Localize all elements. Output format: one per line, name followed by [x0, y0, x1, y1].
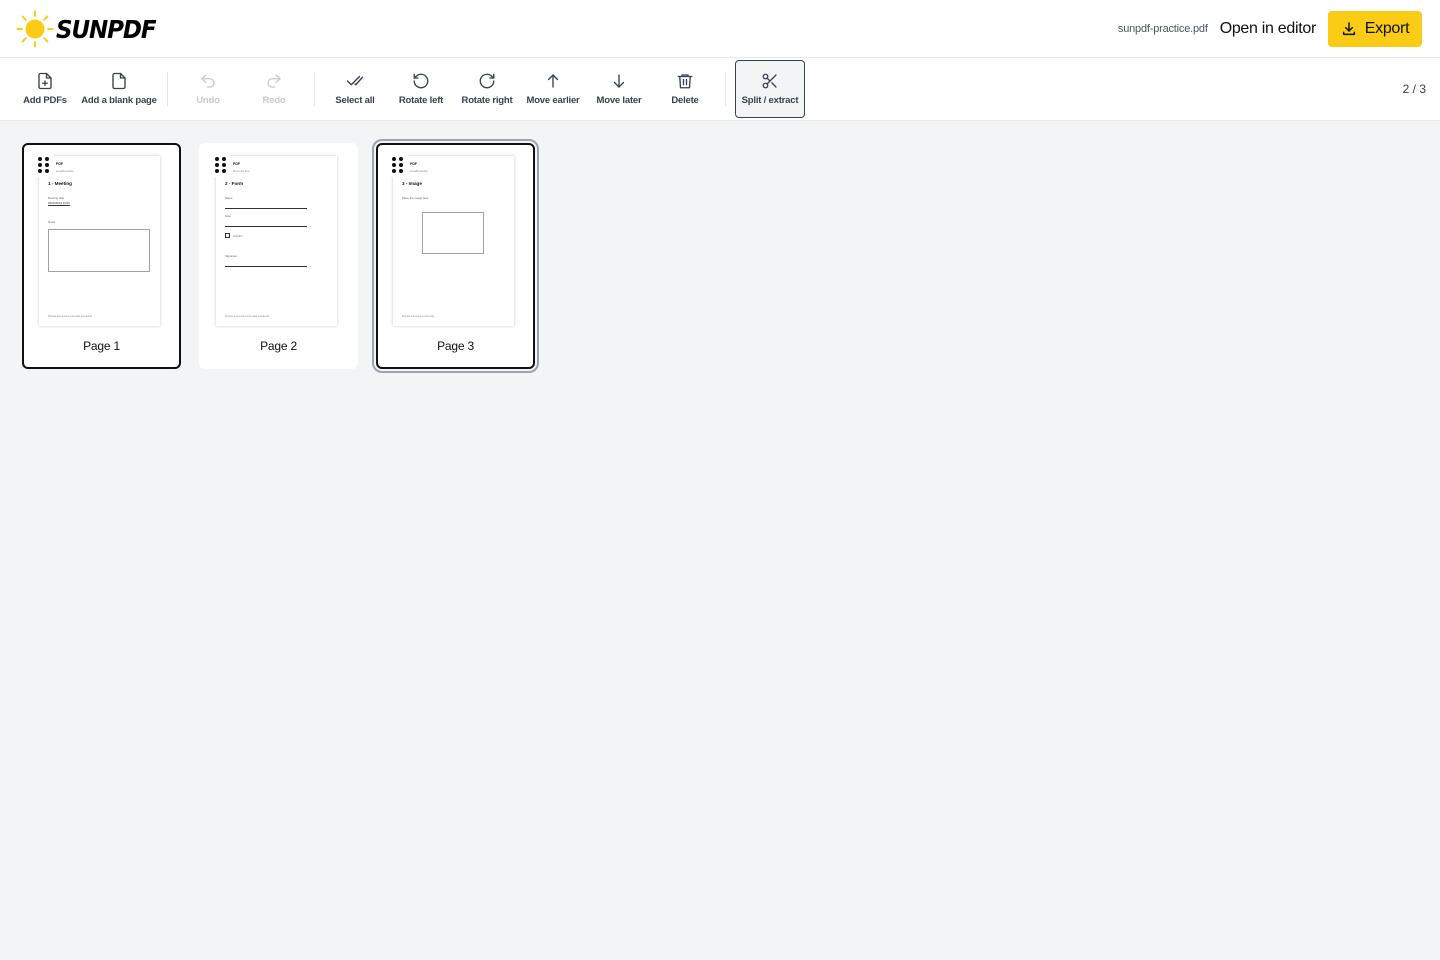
thumb-field-value: 2024/06/15 10:00 — [48, 201, 70, 205]
drag-handle-icon[interactable] — [386, 151, 408, 177]
thumb-subtitle: sunpdf-practice — [410, 170, 428, 173]
rotate-left-icon — [413, 73, 429, 89]
thumb-title: 3 - Image — [402, 181, 422, 186]
drag-handle-icon[interactable] — [32, 151, 54, 177]
rotate-left-button[interactable]: Rotate left — [397, 60, 445, 118]
redo-button[interactable]: Redo — [254, 60, 294, 118]
delete-button[interactable]: Delete — [666, 60, 704, 118]
thumb-footer: Practice document text for tests — [402, 316, 435, 318]
thumb-caption: Place the image here — [402, 196, 429, 200]
thumb-footer: Practice document text for tests and dem… — [225, 316, 270, 318]
page-label: Page 3 — [437, 339, 474, 353]
page-thumbnail: PDF sunpdf-practice 3 - Image Place the … — [393, 156, 514, 326]
thumb-checkbox — [225, 233, 230, 238]
thumb-date-label: Date — [225, 214, 231, 218]
undo-button[interactable]: Undo — [188, 60, 228, 118]
toolbar: Add PDFs Add a blank page Undo Redo Sele… — [0, 58, 1440, 121]
logo-text: SUNPDF — [56, 14, 157, 44]
rotate-right-button[interactable]: Rotate right — [461, 60, 513, 118]
thumb-check-label: Confirm — [233, 234, 243, 238]
page-card-3[interactable]: PDF sunpdf-practice 3 - Image Place the … — [372, 139, 539, 373]
select-all-label: Select all — [335, 95, 375, 106]
move-earlier-button[interactable]: Move earlier — [526, 60, 580, 118]
toolbar-divider — [167, 72, 168, 106]
rotate-left-label: Rotate left — [398, 95, 444, 106]
move-later-label: Move later — [596, 95, 642, 106]
add-blank-page-button[interactable]: Add a blank page — [81, 60, 157, 118]
trash-icon — [677, 74, 693, 89]
rotate-right-icon — [479, 73, 495, 89]
move-earlier-label: Move earlier — [526, 95, 580, 106]
undo-icon — [201, 74, 215, 88]
arrow-down-icon — [613, 74, 625, 88]
open-in-editor-button[interactable]: Open in editor — [1220, 20, 1317, 38]
add-pdfs-label: Add PDFs — [23, 95, 67, 106]
thumb-field-label: Meeting date — [48, 196, 65, 200]
thumb-brand: PDF — [56, 162, 63, 166]
download-icon — [1342, 22, 1355, 36]
thumb-brand: PDF — [233, 162, 240, 166]
redo-icon — [267, 74, 281, 88]
select-all-button[interactable]: Select all — [333, 60, 377, 118]
rotate-right-label: Rotate right — [461, 95, 513, 106]
scissors-icon — [762, 73, 777, 89]
thumb-title: 2 - Form — [225, 181, 244, 186]
thumb-subtitle: fill out the form — [233, 170, 251, 173]
thumb-signature-line — [225, 266, 307, 267]
page-thumbnail: PDF fill out the form 2 - Form Name Date… — [216, 156, 337, 326]
page-label: Page 2 — [260, 339, 297, 353]
thumb-name-label: Name — [225, 196, 233, 200]
drag-handle-icon[interactable] — [209, 151, 231, 177]
file-plus-icon — [38, 72, 52, 90]
export-label: Export — [1364, 20, 1410, 37]
page-count: 2 / 3 — [1402, 82, 1426, 96]
split-extract-button[interactable]: Split / extract — [735, 60, 805, 118]
page-card-2[interactable]: PDF fill out the form 2 - Form Name Date… — [199, 143, 358, 369]
app-header: SUNPDF sunpdf-practice.pdf Open in edito… — [0, 0, 1440, 58]
thumb-image-placeholder — [422, 212, 484, 254]
export-button[interactable]: Export — [1328, 11, 1422, 47]
thumb-signature-label: Signature — [225, 254, 237, 258]
thumb-subtitle: sunpdf-practice — [56, 170, 74, 173]
thumb-notes-label: Notes — [48, 220, 56, 224]
add-pdfs-button[interactable]: Add PDFs — [22, 60, 68, 118]
header-actions: sunpdf-practice.pdf Open in editor Expor… — [1118, 11, 1422, 47]
delete-label: Delete — [671, 95, 699, 106]
thumb-title: 1 - Meeting — [48, 181, 72, 186]
sun-icon — [16, 10, 54, 48]
thumb-notes-box — [48, 229, 150, 272]
logo[interactable]: SUNPDF — [16, 10, 164, 48]
split-extract-label: Split / extract — [741, 95, 799, 106]
redo-label: Redo — [262, 95, 286, 106]
thumb-footer: Practice document text for tests and dem… — [48, 316, 93, 318]
file-name: sunpdf-practice.pdf — [1117, 23, 1208, 35]
undo-label: Undo — [196, 95, 220, 106]
page-card-1[interactable]: PDF sunpdf-practice 1 - Meeting Meeting … — [22, 143, 181, 369]
add-blank-page-label: Add a blank page — [81, 95, 157, 106]
toolbar-divider — [314, 72, 315, 106]
move-later-button[interactable]: Move later — [596, 60, 642, 118]
arrow-up-icon — [547, 74, 559, 88]
thumb-name-line — [225, 208, 307, 209]
page-thumbnail: PDF sunpdf-practice 1 - Meeting Meeting … — [39, 156, 160, 326]
double-check-icon — [346, 75, 364, 86]
blank-file-icon — [112, 72, 126, 90]
thumb-date-line — [225, 226, 307, 227]
page-label: Page 1 — [83, 339, 120, 353]
thumb-brand: PDF — [410, 162, 417, 166]
toolbar-divider — [725, 72, 726, 106]
